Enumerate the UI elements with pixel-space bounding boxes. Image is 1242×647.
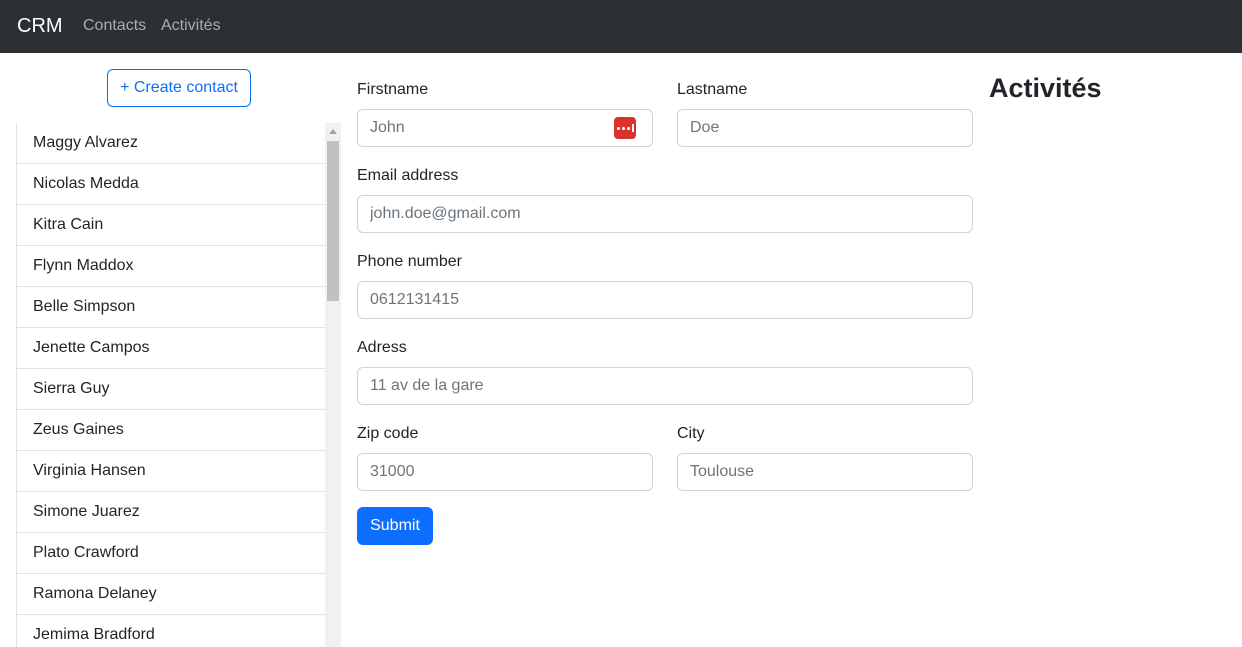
chevron-up-icon[interactable] — [325, 123, 341, 139]
create-contact-button[interactable]: + Create contact — [107, 69, 251, 107]
top-navbar: CRM Contacts Activités — [0, 0, 1242, 53]
brand-logo[interactable]: CRM — [17, 13, 63, 39]
contact-list-item[interactable]: Virginia Hansen — [17, 451, 325, 492]
activites-heading: Activités — [989, 73, 1102, 103]
lastname-input[interactable] — [677, 109, 973, 147]
submit-button[interactable]: Submit — [357, 507, 433, 545]
phone-input[interactable] — [357, 281, 973, 319]
nav-link-activites[interactable]: Activités — [161, 16, 221, 36]
contact-list-item[interactable]: Kitra Cain — [17, 205, 325, 246]
contact-list-item[interactable]: Zeus Gaines — [17, 410, 325, 451]
contact-list-item[interactable]: Flynn Maddox — [17, 246, 325, 287]
firstname-input[interactable] — [357, 109, 653, 147]
contact-list-item[interactable]: Maggy Alvarez — [17, 123, 325, 164]
city-label: City — [677, 425, 705, 442]
contact-list-item[interactable]: Jemima Bradford — [17, 615, 325, 647]
contact-list: Maggy Alvarez Nicolas Medda Kitra Cain F… — [16, 123, 325, 647]
contact-list-item[interactable]: Jenette Campos — [17, 328, 325, 369]
contact-list-item[interactable]: Simone Juarez — [17, 492, 325, 533]
lastname-label: Lastname — [677, 81, 748, 98]
contact-list-item[interactable]: Belle Simpson — [17, 287, 325, 328]
address-input[interactable] — [357, 367, 973, 405]
contact-list-item[interactable]: Nicolas Medda — [17, 164, 325, 205]
phone-label: Phone number — [357, 253, 462, 270]
nav-link-contacts[interactable]: Contacts — [83, 16, 146, 36]
password-manager-icon[interactable] — [614, 117, 636, 139]
contact-list-scrollbar[interactable] — [325, 123, 341, 647]
contact-list-item[interactable]: Ramona Delaney — [17, 574, 325, 615]
contact-list-item[interactable]: Plato Crawford — [17, 533, 325, 574]
email-label: Email address — [357, 167, 459, 184]
contact-list-item[interactable]: Sierra Guy — [17, 369, 325, 410]
scrollbar-thumb[interactable] — [327, 141, 339, 301]
email-input[interactable] — [357, 195, 973, 233]
address-label: Adress — [357, 339, 407, 356]
city-input[interactable] — [677, 453, 973, 491]
firstname-label: Firstname — [357, 81, 429, 98]
zip-code-label: Zip code — [357, 425, 419, 442]
zip-code-input[interactable] — [357, 453, 653, 491]
